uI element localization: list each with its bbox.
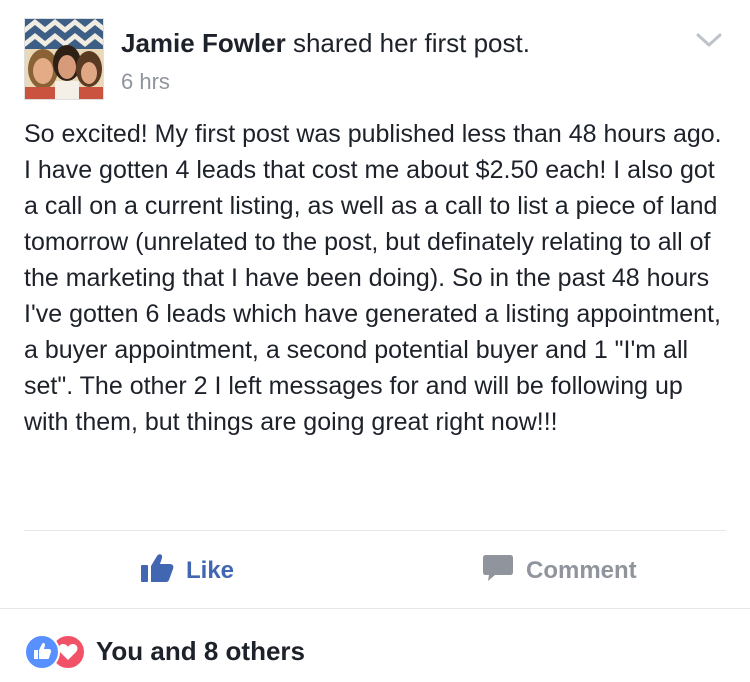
divider xyxy=(0,608,750,609)
divider xyxy=(24,530,726,531)
author-line: Jamie Fowler shared her first post. xyxy=(121,28,530,59)
post-timestamp[interactable]: 6 hrs xyxy=(121,69,170,95)
avatar-photo xyxy=(25,19,103,99)
comment-label: Comment xyxy=(526,557,637,584)
author-name[interactable]: Jamie Fowler xyxy=(121,28,286,58)
reaction-icons xyxy=(24,632,90,670)
thumbs-up-icon xyxy=(140,553,174,590)
reactions-summary[interactable]: You and 8 others xyxy=(24,630,305,672)
chevron-down-icon[interactable] xyxy=(696,32,722,48)
like-reaction-icon xyxy=(24,634,60,670)
post-body: So excited! My first post was published … xyxy=(24,120,722,436)
comment-button[interactable]: Comment xyxy=(482,552,637,590)
comment-bubble-icon xyxy=(482,553,514,590)
feed-post: Jamie Fowler shared her first post. 6 hr… xyxy=(0,0,750,682)
post-action-text: shared her first post. xyxy=(285,28,530,58)
reaction-count-text: You and 8 others xyxy=(96,635,305,666)
author-avatar[interactable] xyxy=(24,18,104,100)
post-header: Jamie Fowler shared her first post. 6 hr… xyxy=(24,18,724,102)
like-button[interactable]: Like xyxy=(140,552,234,590)
like-label: Like xyxy=(186,557,235,584)
